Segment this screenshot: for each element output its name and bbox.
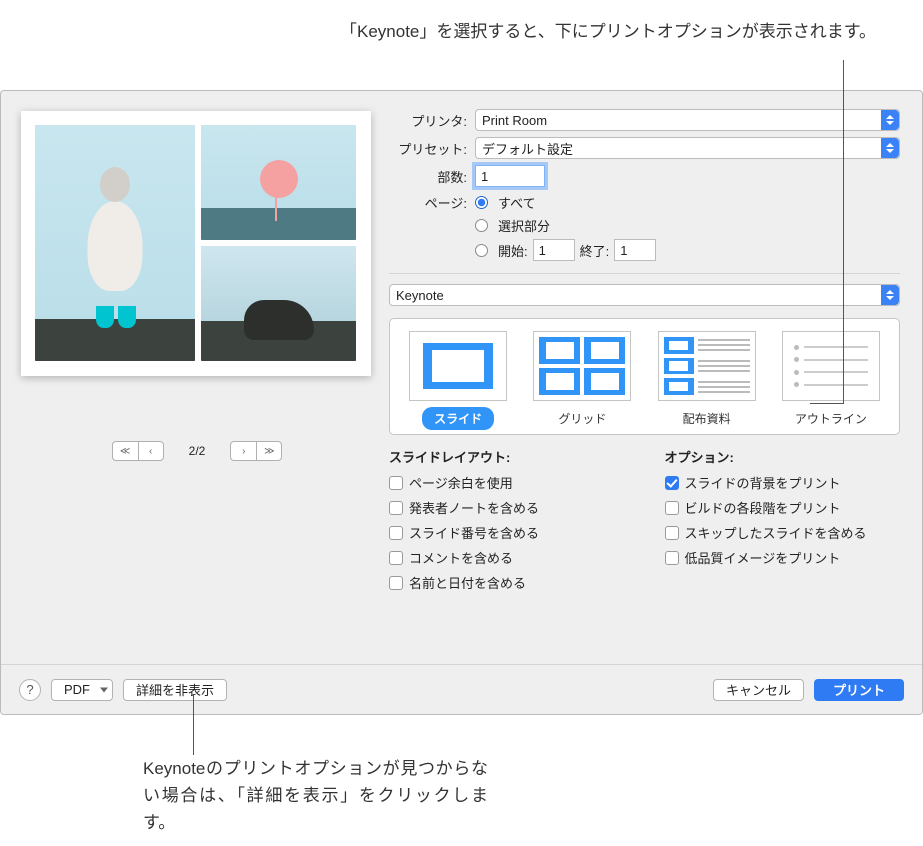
print-builds-checkbox[interactable] — [665, 501, 679, 515]
low-quality-checkbox[interactable] — [665, 551, 679, 565]
layout-chooser: スライド グリッド 配布資料 — [389, 318, 900, 435]
select-arrows-icon — [881, 138, 899, 158]
hide-details-button[interactable]: 詳細を非表示 — [123, 679, 227, 701]
comments-checkbox[interactable] — [389, 551, 403, 565]
callout-line-top — [843, 60, 844, 404]
use-margins-checkbox[interactable] — [389, 476, 403, 490]
pages-from-label: 開始: — [498, 241, 528, 260]
preview-pane: ≪ ‹ 2/2 › ≫ — [1, 91, 383, 631]
layout-grid-label: グリッド — [546, 407, 618, 430]
pager-last-button[interactable]: ≫ — [256, 441, 282, 461]
pdf-label: PDF — [64, 682, 90, 697]
name-date-checkbox[interactable] — [389, 576, 403, 590]
layout-slide-label: スライド — [422, 407, 494, 430]
layout-handout-option[interactable]: 配布資料 — [649, 331, 765, 430]
callout-line-bottom — [193, 694, 194, 755]
pages-all-label: すべて — [498, 193, 536, 212]
layout-handout-label: 配布資料 — [671, 407, 743, 430]
layout-grid-option[interactable]: グリッド — [524, 331, 640, 430]
options-heading: オプション: — [665, 447, 901, 466]
select-arrows-icon — [881, 285, 899, 305]
print-builds-label: ビルドの各段階をプリント — [685, 498, 841, 517]
preview-pager: ≪ ‹ 2/2 › ≫ — [21, 441, 373, 461]
copies-input[interactable]: 1 — [475, 165, 545, 187]
pages-label: ページ: — [389, 193, 467, 212]
preview-page — [21, 111, 371, 376]
printer-value: Print Room — [482, 113, 547, 128]
pages-selection-label: 選択部分 — [498, 216, 550, 235]
callout-top-text: 「Keynote」を選択すると、下にプリントオプションが表示されます。 — [340, 18, 882, 45]
print-button[interactable]: プリント — [814, 679, 904, 701]
presenter-notes-label: 発表者ノートを含める — [409, 498, 539, 517]
pager-prev-button[interactable]: ‹ — [138, 441, 164, 461]
help-button[interactable]: ? — [19, 679, 41, 701]
app-section-select[interactable]: Keynote — [389, 284, 900, 306]
pages-to-input[interactable]: 1 — [614, 239, 656, 261]
skipped-checkbox[interactable] — [665, 526, 679, 540]
slide-layout-heading: スライドレイアウト: — [389, 447, 625, 466]
pages-all-radio[interactable] — [475, 196, 488, 209]
print-bg-checkbox[interactable] — [665, 476, 679, 490]
print-bg-label: スライドの背景をプリント — [685, 473, 841, 492]
layout-outline-label: アウトライン — [783, 407, 879, 430]
preview-thumb-2 — [201, 125, 356, 240]
pager-next-button[interactable]: › — [230, 441, 256, 461]
dropdown-icon — [100, 687, 108, 692]
pages-range-radio[interactable] — [475, 244, 488, 257]
use-margins-label: ページ余白を使用 — [409, 473, 513, 492]
cancel-button[interactable]: キャンセル — [713, 679, 804, 701]
print-dialog: ≪ ‹ 2/2 › ≫ プリンタ: Print Room プリセット: — [0, 90, 923, 715]
layout-outline-option[interactable]: アウトライン — [773, 331, 889, 430]
preset-label: プリセット: — [389, 139, 467, 158]
pages-selection-radio[interactable] — [475, 219, 488, 232]
layout-slide-option[interactable]: スライド — [400, 331, 516, 430]
pages-to-label: 終了: — [580, 241, 610, 260]
app-section-value: Keynote — [396, 288, 444, 303]
callout-line-top-h — [810, 403, 844, 404]
pager-first-button[interactable]: ≪ — [112, 441, 138, 461]
skipped-label: スキップしたスライドを含める — [685, 523, 867, 542]
slide-numbers-label: スライド番号を含める — [409, 523, 539, 542]
pages-from-input[interactable]: 1 — [533, 239, 575, 261]
presenter-notes-checkbox[interactable] — [389, 501, 403, 515]
preview-thumb-3 — [201, 246, 356, 361]
callout-bottom-text: Keynoteのプリントオプションが見つからない場合は、「詳細を表示」をクリック… — [143, 755, 488, 837]
printer-select[interactable]: Print Room — [475, 109, 900, 131]
preview-thumb-1 — [35, 125, 195, 361]
preset-select[interactable]: デフォルト設定 — [475, 137, 900, 159]
slide-numbers-checkbox[interactable] — [389, 526, 403, 540]
low-quality-label: 低品質イメージをプリント — [685, 548, 841, 567]
printer-label: プリンタ: — [389, 111, 467, 130]
dialog-footer: ? PDF 詳細を非表示 キャンセル プリント — [1, 664, 922, 714]
select-arrows-icon — [881, 110, 899, 130]
comments-label: コメントを含める — [409, 548, 513, 567]
copies-label: 部数: — [389, 167, 467, 186]
preset-value: デフォルト設定 — [482, 139, 573, 158]
pager-count: 2/2 — [189, 444, 206, 458]
pdf-menu-button[interactable]: PDF — [51, 679, 113, 701]
name-date-label: 名前と日付を含める — [409, 573, 526, 592]
divider — [389, 273, 900, 274]
